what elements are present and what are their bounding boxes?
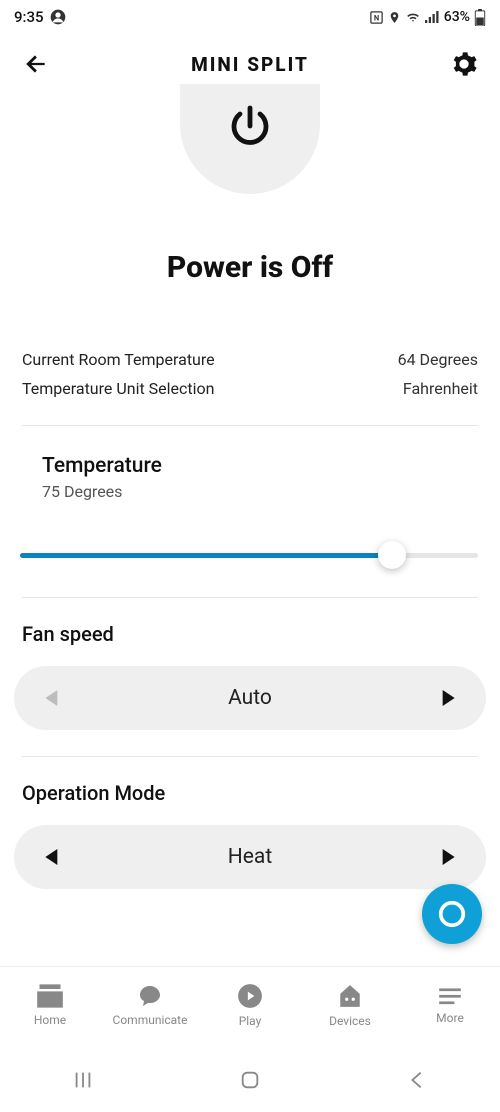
slider-thumb[interactable] <box>378 541 406 569</box>
svg-text:N: N <box>374 13 379 22</box>
triangle-right-icon <box>441 849 455 865</box>
back-nav-icon <box>406 1069 428 1091</box>
operation-mode-selector[interactable]: Heat <box>14 825 486 889</box>
room-temp-row: Current Room Temperature 64 Degrees <box>22 345 478 374</box>
fan-speed-value: Auto <box>228 686 272 710</box>
operation-mode-value: Heat <box>228 845 272 869</box>
fan-speed-label: Fan speed <box>22 622 478 646</box>
triangle-left-icon <box>45 690 59 706</box>
android-back[interactable] <box>406 1069 428 1095</box>
chat-icon <box>137 984 163 1008</box>
fan-speed-selector[interactable]: Auto <box>14 666 486 730</box>
mode-prev-button[interactable] <box>40 849 64 865</box>
operation-mode-label: Operation Mode <box>22 781 478 805</box>
bottom-tab-bar: Home Communicate Play Devices More <box>0 966 500 1044</box>
tab-more[interactable]: More <box>405 986 495 1025</box>
android-nav-bar <box>0 1052 500 1112</box>
tab-devices[interactable]: Devices <box>305 983 395 1028</box>
unit-label: Temperature Unit Selection <box>22 379 214 398</box>
recents-icon <box>72 1069 94 1091</box>
android-home[interactable] <box>239 1069 261 1095</box>
battery-icon <box>474 9 486 26</box>
tab-label: Play <box>239 1014 262 1028</box>
unit-row: Temperature Unit Selection Fahrenheit <box>22 374 478 403</box>
alexa-icon <box>437 899 467 929</box>
power-button[interactable] <box>180 84 320 194</box>
signal-icon <box>425 10 440 24</box>
room-temp-label: Current Room Temperature <box>22 350 215 369</box>
tab-label: Communicate <box>113 1013 188 1027</box>
status-bar: 9:35 N 63% <box>0 0 500 34</box>
info-section: Current Room Temperature 64 Degrees Temp… <box>0 345 500 403</box>
fan-next-button[interactable] <box>436 690 460 706</box>
power-icon <box>226 102 274 150</box>
status-time: 9:35 <box>14 8 44 26</box>
nfc-icon: N <box>369 10 384 25</box>
tab-label: Home <box>34 1013 66 1027</box>
tab-communicate[interactable]: Communicate <box>105 984 195 1027</box>
battery-percent: 63% <box>444 9 470 25</box>
temperature-label: Temperature <box>42 454 478 478</box>
temperature-value: 75 Degrees <box>42 482 478 501</box>
divider <box>22 597 478 598</box>
alexa-fab[interactable] <box>422 884 482 944</box>
tab-label: Devices <box>329 1014 371 1028</box>
menu-icon <box>437 986 463 1006</box>
tab-play[interactable]: Play <box>205 983 295 1028</box>
triangle-right-icon <box>441 690 455 706</box>
divider <box>22 756 478 757</box>
home-icon <box>36 984 64 1008</box>
mode-next-button[interactable] <box>436 849 460 865</box>
page-title: MINI SPLIT <box>56 53 444 76</box>
account-icon <box>50 9 66 25</box>
triangle-left-icon <box>45 849 59 865</box>
fan-prev-button[interactable] <box>40 690 64 706</box>
devices-icon <box>337 983 363 1009</box>
power-status: Power is Off <box>0 250 500 285</box>
fan-section: Fan speed <box>0 622 500 646</box>
temperature-section: Temperature 75 Degrees <box>0 426 500 501</box>
play-icon <box>237 983 263 1009</box>
temperature-slider[interactable] <box>0 535 500 575</box>
location-icon <box>388 11 401 24</box>
tab-label: More <box>436 1011 464 1025</box>
mode-section: Operation Mode <box>0 781 500 805</box>
android-recents[interactable] <box>72 1069 94 1095</box>
back-button[interactable] <box>16 44 56 84</box>
room-temp-value: 64 Degrees <box>398 350 478 369</box>
slider-fill <box>20 553 390 558</box>
home-nav-icon <box>239 1069 261 1091</box>
settings-button[interactable] <box>444 44 484 84</box>
unit-value: Fahrenheit <box>403 379 478 398</box>
wifi-icon <box>405 10 421 24</box>
arrow-left-icon <box>23 51 49 77</box>
gear-icon <box>450 50 478 78</box>
tab-home[interactable]: Home <box>5 984 95 1027</box>
